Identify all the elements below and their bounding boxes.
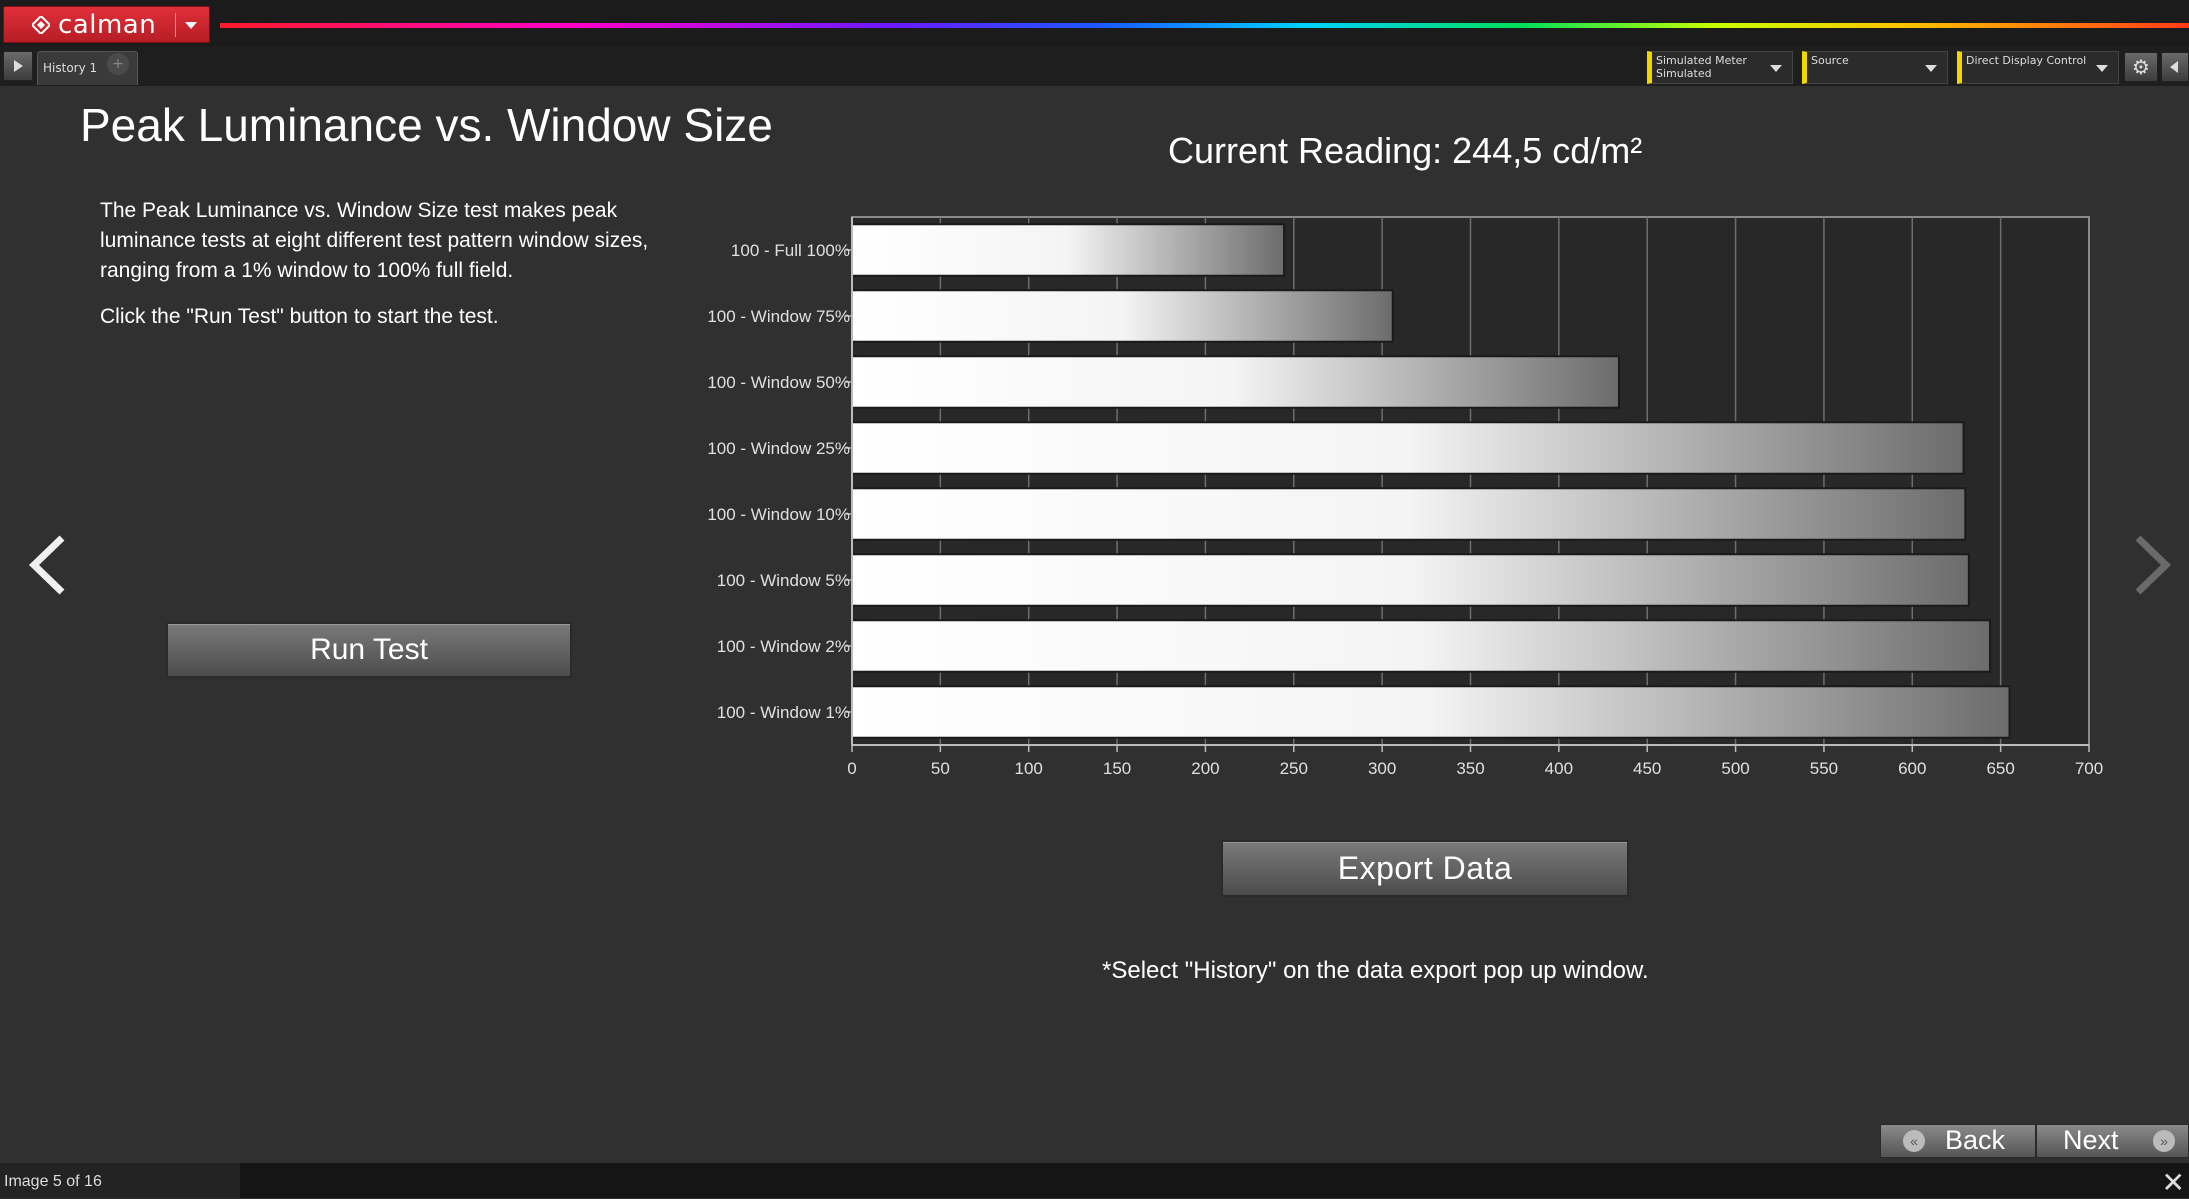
- display-dropdown-label: Direct Display Control: [1966, 54, 2087, 67]
- next-arrows-icon: »: [2153, 1130, 2175, 1152]
- tick-label: 550: [1810, 759, 1838, 778]
- collapse-icon[interactable]: [2161, 52, 2189, 82]
- gear-icon[interactable]: ⚙: [2124, 52, 2158, 82]
- title-bar: calman: [0, 0, 2189, 46]
- next-label: Next: [2063, 1125, 2119, 1155]
- category-label: 100 - Window 50%: [707, 373, 850, 392]
- tab-row: History 1 + Simulated Meter Simulated So…: [0, 46, 2189, 86]
- tick-label: 600: [1898, 759, 1926, 778]
- back-arrows-icon: «: [1903, 1130, 1925, 1152]
- bar: [851, 487, 1967, 541]
- category-labels: 100 - Full 100% 100 - Window 75% 100 - Win…: [707, 241, 852, 722]
- divider: [175, 13, 176, 37]
- back-label: Back: [1945, 1125, 2006, 1155]
- tab-label: History 1: [43, 61, 98, 75]
- category-label: 100 - Window 1%: [717, 703, 850, 722]
- bar: [851, 619, 1992, 673]
- close-icon[interactable]: ✕: [2162, 1169, 2185, 1197]
- tick-label: 200: [1191, 759, 1219, 778]
- tick-label: 300: [1368, 759, 1396, 778]
- category-label: 100 - Window 2%: [717, 637, 850, 656]
- meter-dropdown[interactable]: Simulated Meter Simulated: [1647, 51, 1793, 84]
- image-counter: Image 5 of 16: [4, 1173, 102, 1190]
- source-dropdown[interactable]: Source: [1802, 51, 1948, 84]
- category-label: 100 - Window 75%: [707, 307, 850, 326]
- current-reading: Current Reading: 244,5 cd/m²: [1168, 130, 1643, 171]
- rainbow-strip: [220, 23, 2189, 28]
- calman-menu-button[interactable]: calman: [3, 6, 210, 43]
- page-title: Peak Luminance vs. Window Size: [80, 99, 773, 151]
- tick-label: 50: [931, 759, 950, 778]
- tick-label: 500: [1721, 759, 1749, 778]
- tick-label: 150: [1103, 759, 1131, 778]
- luminance-bar-chart: 100 - Full 100% 100 - Window 75% 100 - Win…: [707, 216, 2103, 778]
- status-bar: Image 5 of 16 ✕: [0, 1163, 2189, 1198]
- tick-label: 450: [1633, 759, 1661, 778]
- calman-logo-icon: [32, 16, 50, 34]
- tick-label: 700: [2075, 759, 2103, 778]
- bar: [851, 223, 1286, 277]
- source-dropdown-label: Source: [1811, 54, 1849, 67]
- next-arrow-icon[interactable]: [2120, 530, 2180, 600]
- category-label: 100 - Window 10%: [707, 505, 850, 524]
- display-dropdown[interactable]: Direct Display Control: [1957, 51, 2119, 84]
- tick-label: 250: [1280, 759, 1308, 778]
- meter-dropdown-value: Simulated: [1656, 67, 1712, 80]
- bar: [851, 355, 1620, 409]
- bar: [851, 553, 1970, 607]
- run-test-button[interactable]: Run Test: [166, 622, 572, 678]
- bar: [851, 421, 1965, 475]
- next-button[interactable]: Next »: [2036, 1124, 2189, 1158]
- footnote-text: *Select "History" on the data export pop…: [1102, 957, 1649, 984]
- tick-label: 400: [1545, 759, 1573, 778]
- export-data-button[interactable]: Export Data: [1221, 840, 1629, 897]
- bar: [851, 289, 1394, 343]
- meter-dropdown-label: Simulated Meter: [1656, 54, 1747, 67]
- tick-label: 100: [1015, 759, 1043, 778]
- status-panel: Image 5 of 16: [0, 1163, 240, 1198]
- category-label: 100 - Window 25%: [707, 439, 850, 458]
- tick-label: 350: [1456, 759, 1484, 778]
- chevron-down-icon: [185, 22, 197, 29]
- previous-arrow-icon[interactable]: [20, 530, 80, 600]
- add-tab-icon[interactable]: +: [107, 53, 129, 75]
- logo-text: calman: [58, 10, 157, 40]
- category-label: 100 - Full 100%: [731, 241, 850, 260]
- tick-label: 650: [1986, 759, 2014, 778]
- instruction-text: Click the "Run Test" button to start the…: [100, 305, 499, 328]
- chevron-down-icon: [1925, 65, 1937, 72]
- back-button[interactable]: « Back: [1880, 1124, 2036, 1158]
- tick-label: 0: [847, 759, 856, 778]
- chevron-down-icon: [1770, 65, 1782, 72]
- bar: [851, 685, 2011, 739]
- category-label: 100 - Window 5%: [717, 571, 850, 590]
- play-icon[interactable]: [3, 51, 33, 81]
- description-text: The Peak Luminance vs. Window Size test …: [100, 199, 649, 282]
- chevron-down-icon: [2096, 65, 2108, 72]
